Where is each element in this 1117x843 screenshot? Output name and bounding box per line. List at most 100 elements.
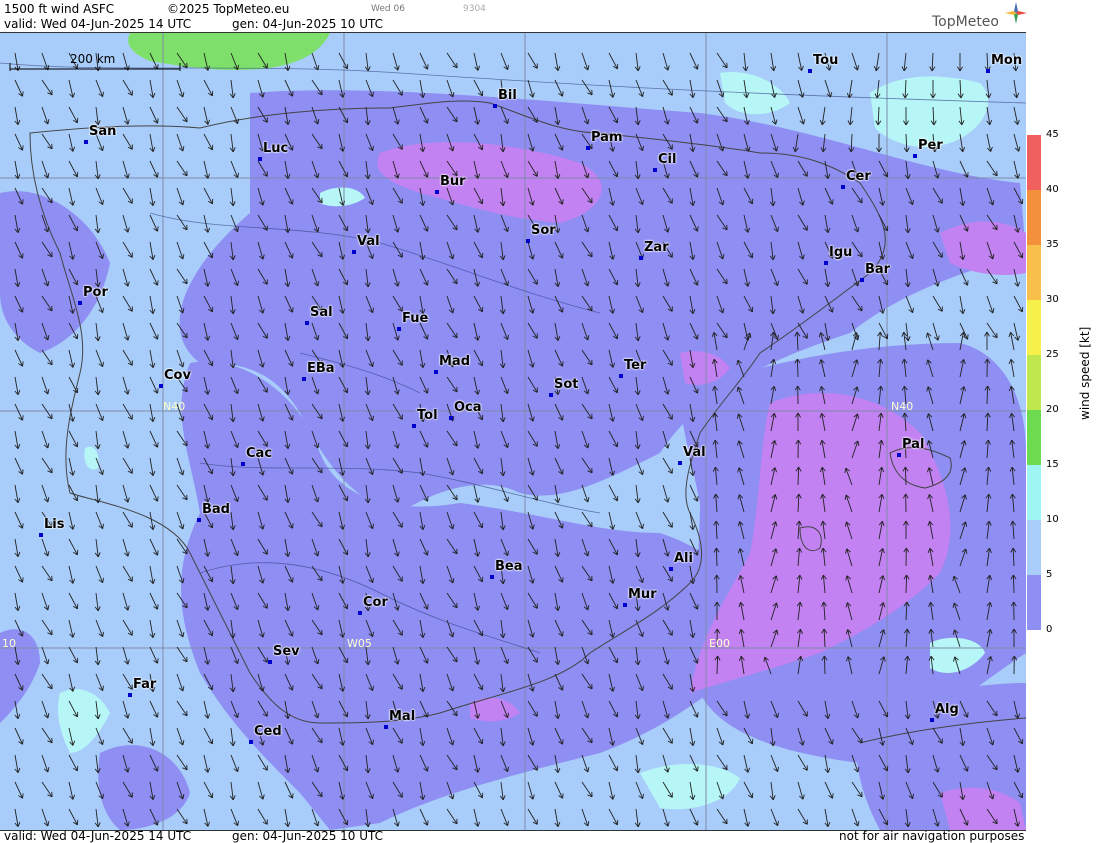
wind-map[interactable]: 200 km N40 N40 W05 E00 10 San Luc Bil Bur Pa… — [0, 32, 1026, 831]
colorbar-segment — [1027, 245, 1041, 300]
wind-arrow-head — [22, 145, 24, 151]
city-label: Cov — [164, 368, 191, 383]
colorbar-title: wind speed [kt] — [1078, 326, 1092, 420]
wind-arrow-head — [157, 280, 159, 286]
city-marker — [384, 725, 388, 729]
wind-arrow-head — [697, 388, 699, 394]
wind-arrow-head — [157, 712, 159, 718]
wind-arrow-head — [22, 631, 24, 637]
city-label: Oca — [454, 400, 482, 415]
wind-arrow-head — [562, 523, 564, 529]
city-marker — [669, 567, 673, 571]
wind-arrow-head — [157, 388, 159, 394]
disclaimer-text: not for air navigation purposes — [839, 829, 1025, 843]
city-marker — [897, 453, 901, 457]
city-label: Pal — [902, 437, 925, 452]
wind-arrow-head — [427, 604, 429, 610]
wind-arrow-head — [22, 91, 24, 97]
wind-arrow-head — [292, 739, 294, 745]
wind-arrow-head — [292, 145, 294, 151]
footer-valid-time: valid: Wed 04-Jun-2025 14 UTC — [4, 829, 192, 843]
wind-arrow-head — [832, 307, 834, 313]
city-marker — [653, 168, 657, 172]
wind-arrow-head — [427, 658, 429, 664]
city-label: San — [89, 124, 117, 139]
wind-arrow — [823, 655, 826, 675]
lon-label: E00 — [709, 637, 730, 650]
wind-arrow-head — [292, 361, 294, 367]
city-label: Pam — [591, 130, 623, 145]
wind-arrow-head — [157, 658, 159, 664]
wind-arrow-head — [562, 253, 564, 259]
colorbar-tick-label: 35 — [1046, 239, 1059, 250]
city-label: Cor — [363, 595, 388, 610]
city-marker — [302, 377, 306, 381]
copyright-text: ©2025 TopMeteo.eu — [167, 2, 290, 16]
city-label: Mon — [991, 53, 1023, 68]
lon-label: W05 — [347, 637, 372, 650]
city-label: Cil — [658, 152, 677, 167]
footer-generated-time: gen: 04-Jun-2025 10 UTC — [232, 829, 384, 843]
lon-label: 10 — [2, 637, 16, 650]
city-label: Far — [133, 677, 157, 692]
wind-arrow — [986, 385, 989, 405]
logo-text: TopMeteo — [932, 14, 999, 30]
wind-arrow-head — [697, 766, 699, 772]
wind-arrow-head — [967, 226, 969, 232]
wind-arrow-head — [427, 334, 429, 340]
city-marker — [197, 518, 201, 522]
wind-arrow-head — [22, 253, 24, 259]
wind-arrow — [905, 574, 908, 594]
wind-arrow-head — [427, 64, 429, 70]
city-label: Por — [83, 285, 108, 300]
city-label: Ali — [674, 551, 693, 566]
colorbar-tick-label: 20 — [1046, 404, 1059, 415]
city-label: Zar — [644, 240, 669, 255]
wind-arrow-head — [562, 685, 564, 691]
wind-arrow-head — [157, 820, 159, 826]
wind-speed-colorbar — [1027, 135, 1041, 630]
city-label: Sor — [531, 223, 556, 238]
city-marker — [128, 693, 132, 697]
wind-arrow-head — [832, 739, 834, 745]
wind-arrow-head — [562, 361, 564, 367]
city-marker — [493, 104, 497, 108]
wind-arrow-head — [292, 415, 294, 421]
city-marker — [549, 393, 553, 397]
city-marker — [824, 261, 828, 265]
wind-arrow-head — [832, 793, 834, 799]
colorbar-segment — [1027, 410, 1041, 465]
wind-field-svg — [0, 33, 1026, 830]
wind-arrow-head — [292, 793, 294, 799]
day-tag: Wed 06 — [371, 4, 405, 14]
colorbar-segment — [1027, 300, 1041, 355]
wind-arrow-head — [697, 118, 699, 124]
wind-arrow-head — [427, 496, 429, 502]
wind-arrow-head — [22, 577, 24, 583]
city-marker — [586, 146, 590, 150]
wind-arrow-head — [967, 712, 969, 718]
wind-arrow-head — [697, 172, 699, 178]
wind-arrow-head — [157, 226, 159, 232]
city-marker — [358, 611, 362, 615]
city-marker — [860, 278, 864, 282]
wind-arrow-head — [292, 91, 294, 97]
city-marker — [913, 154, 917, 158]
city-marker — [808, 69, 812, 73]
city-label: Tol — [417, 408, 438, 423]
city-label: Mal — [389, 709, 416, 724]
city-marker — [159, 384, 163, 388]
topmeteo-logo[interactable]: TopMeteo — [932, 14, 999, 30]
city-marker — [241, 462, 245, 466]
city-label: Ter — [624, 358, 647, 373]
lat-label: N40 — [891, 400, 914, 413]
city-marker — [930, 718, 934, 722]
city-marker — [623, 603, 627, 607]
wind-arrow — [1012, 574, 1015, 594]
wind-arrow-head — [292, 577, 294, 583]
wind-arrow-head — [562, 739, 564, 745]
wind-arrow-head — [22, 307, 24, 313]
wind-arrow-head — [562, 631, 564, 637]
colorbar-tick-label: 25 — [1046, 349, 1059, 360]
wind-arrow-head — [157, 604, 159, 610]
